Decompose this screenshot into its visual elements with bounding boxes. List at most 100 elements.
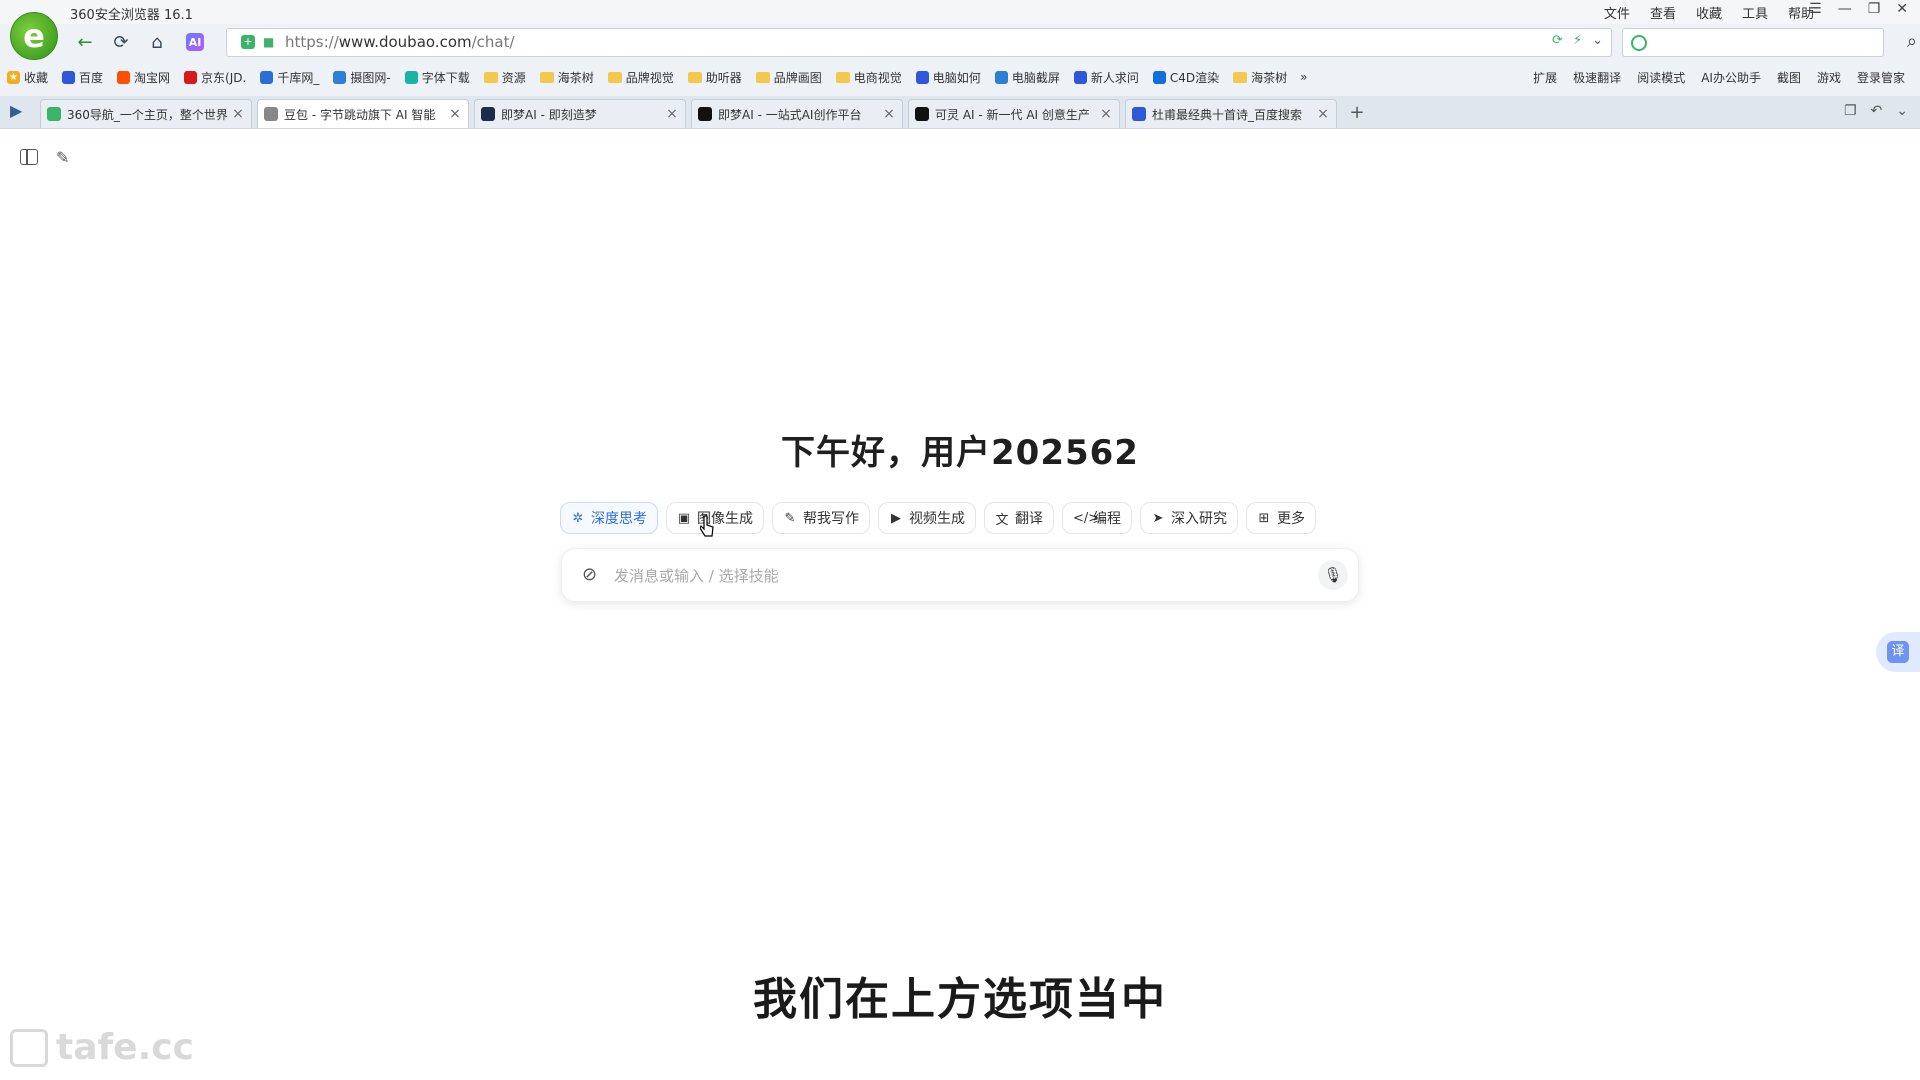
minimize-icon[interactable]: — xyxy=(1838,1,1852,17)
mouse-cursor-icon xyxy=(700,515,714,537)
browser-tab[interactable]: 360导航_一个主页，整个世界 × xyxy=(40,99,252,128)
tab-label: 即梦AI - 一站式AI创作平台 xyxy=(718,107,862,122)
menu-tools[interactable]: 工具 xyxy=(1742,3,1768,22)
tab-bar: ▶ 360导航_一个主页，整个世界 × 豆包 - 字节跳动旗下 AI 智能 × 即梦AI… xyxy=(0,96,1920,128)
refresh-button[interactable]: ⟳ xyxy=(108,29,134,55)
lightning-icon[interactable]: ⚡ xyxy=(1573,33,1582,48)
menu-file[interactable]: 文件 xyxy=(1604,3,1630,22)
restore-icon[interactable]: ❐ xyxy=(1868,1,1881,17)
edge-icon xyxy=(994,70,1008,84)
menu-view[interactable]: 查看 xyxy=(1650,3,1676,22)
ai-assistant-button[interactable]: AI xyxy=(186,33,204,51)
browser-tab[interactable]: 即梦AI - 一站式AI创作平台 × xyxy=(691,99,903,128)
skill-label: 编程 xyxy=(1093,511,1121,527)
close-tab-icon[interactable]: × xyxy=(1099,106,1113,122)
bookmark-label: 淘宝网 xyxy=(134,70,171,85)
search-engine-icon[interactable] xyxy=(1631,35,1647,51)
browser-tab[interactable]: 杜甫最经典十首诗_百度搜索 × xyxy=(1125,99,1337,128)
toolbar-tool[interactable]: 游戏 xyxy=(1810,64,1848,90)
skill-button[interactable]: ⊞ 更多 xyxy=(1246,502,1316,534)
jd-icon xyxy=(184,70,198,84)
tab-list-icon[interactable]: ❐ xyxy=(1844,103,1857,119)
greeting-title: 下午好，用户202562 xyxy=(781,433,1139,473)
bookmark-item[interactable]: 品牌画图 xyxy=(749,64,829,90)
tab-label: 即梦AI - 即刻造梦 xyxy=(501,107,597,122)
bookmark-item[interactable]: C4D渲染 xyxy=(1146,64,1226,90)
microphone-icon[interactable]: 🎙 xyxy=(1318,560,1348,590)
bookmark-item[interactable]: 字体下载 xyxy=(398,64,477,90)
watermark-logo-icon xyxy=(10,1028,48,1067)
skill-button[interactable]: ▣ 图像生成 xyxy=(666,502,764,534)
skill-button[interactable]: ✎ 帮我写作 xyxy=(772,502,870,534)
skill-button[interactable]: ➤ 深入研究 xyxy=(1140,502,1238,534)
bookmark-item[interactable]: 千库网_ xyxy=(253,64,326,90)
video-icon: ▶ xyxy=(891,510,901,526)
bookmark-label: C4D渲染 xyxy=(1169,70,1220,85)
bookmark-item[interactable]: 新人求问 xyxy=(1067,64,1146,90)
bookmark-item[interactable]: 海茶树 xyxy=(533,64,601,90)
bookmark-item[interactable]: 助听器 xyxy=(681,64,749,90)
chevron-down-icon[interactable]: ⌄ xyxy=(1592,33,1603,48)
bookmark-item[interactable]: 品牌视觉 xyxy=(601,64,681,90)
chat-input[interactable] xyxy=(612,561,1266,591)
chevron-down-icon[interactable]: ⌄ xyxy=(1896,103,1908,119)
home-button[interactable]: ⌂ xyxy=(144,29,170,55)
skin-icon[interactable]: ☰ xyxy=(1809,1,1822,17)
bookmark-item[interactable]: 海茶树 xyxy=(1226,64,1294,90)
new-chat-icon[interactable]: ✎ xyxy=(56,148,69,167)
toolbar-tool[interactable]: 截图 xyxy=(1770,64,1808,90)
skill-button[interactable]: ▶ 视频生成 xyxy=(878,502,976,534)
undo-close-icon[interactable]: ↶ xyxy=(1871,103,1883,119)
folder-icon xyxy=(539,71,554,83)
bookmark-label: 资源 xyxy=(501,70,526,85)
skill-button[interactable]: </> 编程 xyxy=(1062,502,1132,534)
skill-button[interactable]: 文翻译 xyxy=(984,502,1054,534)
browser-tab[interactable]: 豆包 - 字节跳动旗下 AI 智能 × xyxy=(257,99,469,128)
skill-label: 帮我写作 xyxy=(803,511,859,527)
bookmark-item[interactable]: 电商视觉 xyxy=(829,64,909,90)
toolbar-tool[interactable]: AI办公助手 xyxy=(1694,64,1768,90)
close-window-icon[interactable]: ✕ xyxy=(1896,1,1908,17)
write-icon: ✎ xyxy=(784,510,796,526)
skill-button[interactable]: ✲ 深度思考 xyxy=(560,502,658,534)
refresh-green-icon[interactable]: ⟳ xyxy=(1552,33,1563,48)
new-tab-button[interactable]: + xyxy=(1346,102,1368,124)
sidebar-toggle-icon[interactable]: ▶ xyxy=(10,101,32,121)
bookmark-item[interactable]: 摄图网- xyxy=(326,64,397,90)
paperclip-icon[interactable]: ⊘ xyxy=(582,564,597,585)
bookmark-item[interactable]: 资源 xyxy=(477,64,533,90)
close-tab-icon[interactable]: × xyxy=(1316,106,1330,122)
browser-tab[interactable]: 即梦AI - 即刻造梦 × xyxy=(474,99,686,128)
bookmark-item[interactable]: 淘宝网 xyxy=(110,64,177,90)
toolbar-tool[interactable]: 扩展 xyxy=(1526,64,1564,90)
toolbar-tool[interactable]: 阅读模式 xyxy=(1630,64,1692,90)
close-tab-icon[interactable]: × xyxy=(665,106,679,122)
toolbar-tool[interactable]: 登录管家 xyxy=(1850,64,1912,90)
shetu-icon xyxy=(333,70,347,84)
close-tab-icon[interactable]: × xyxy=(882,106,896,122)
jimeng-icon xyxy=(481,107,495,121)
bookmark-item[interactable]: 京东(JD. xyxy=(177,64,253,90)
translate-float-button[interactable]: 译 xyxy=(1876,632,1920,672)
folder-icon xyxy=(1233,71,1248,83)
close-tab-icon[interactable]: × xyxy=(448,106,462,122)
bookmark-item[interactable]: 百度 xyxy=(55,64,110,90)
bookmark-label: 新人求问 xyxy=(1090,70,1139,85)
code-icon: </> xyxy=(1073,510,1100,526)
bookmark-item[interactable]: 电脑如何 xyxy=(909,64,988,90)
bookmark-item[interactable]: ★ 收藏 xyxy=(0,64,55,90)
bookmark-label: 海茶树 xyxy=(1251,70,1288,85)
toolbar-tool[interactable]: 极速翻译 xyxy=(1566,64,1628,90)
bookmarks-more-icon[interactable]: » xyxy=(1294,70,1313,84)
url-text[interactable]: https://www.doubao.com/chat/ xyxy=(285,33,515,51)
close-tab-icon[interactable]: × xyxy=(231,106,245,122)
browser-tab[interactable]: 可灵 AI - 新一代 AI 创意生产 × xyxy=(908,99,1120,128)
back-button[interactable]: ← xyxy=(72,29,98,55)
sidebar-panel-icon[interactable] xyxy=(20,149,38,165)
menu-favorites[interactable]: 收藏 xyxy=(1696,3,1722,22)
grid-icon: ⊞ xyxy=(1258,510,1270,526)
search-box[interactable]: ⌕ xyxy=(1622,28,1917,57)
search-icon[interactable]: ⌕ xyxy=(1907,31,1917,52)
address-bar[interactable]: + ■ https://www.doubao.com/chat/ ⟳ ⚡ ⌄ xyxy=(226,28,1612,57)
bookmark-item[interactable]: 电脑截屏 xyxy=(988,64,1067,90)
